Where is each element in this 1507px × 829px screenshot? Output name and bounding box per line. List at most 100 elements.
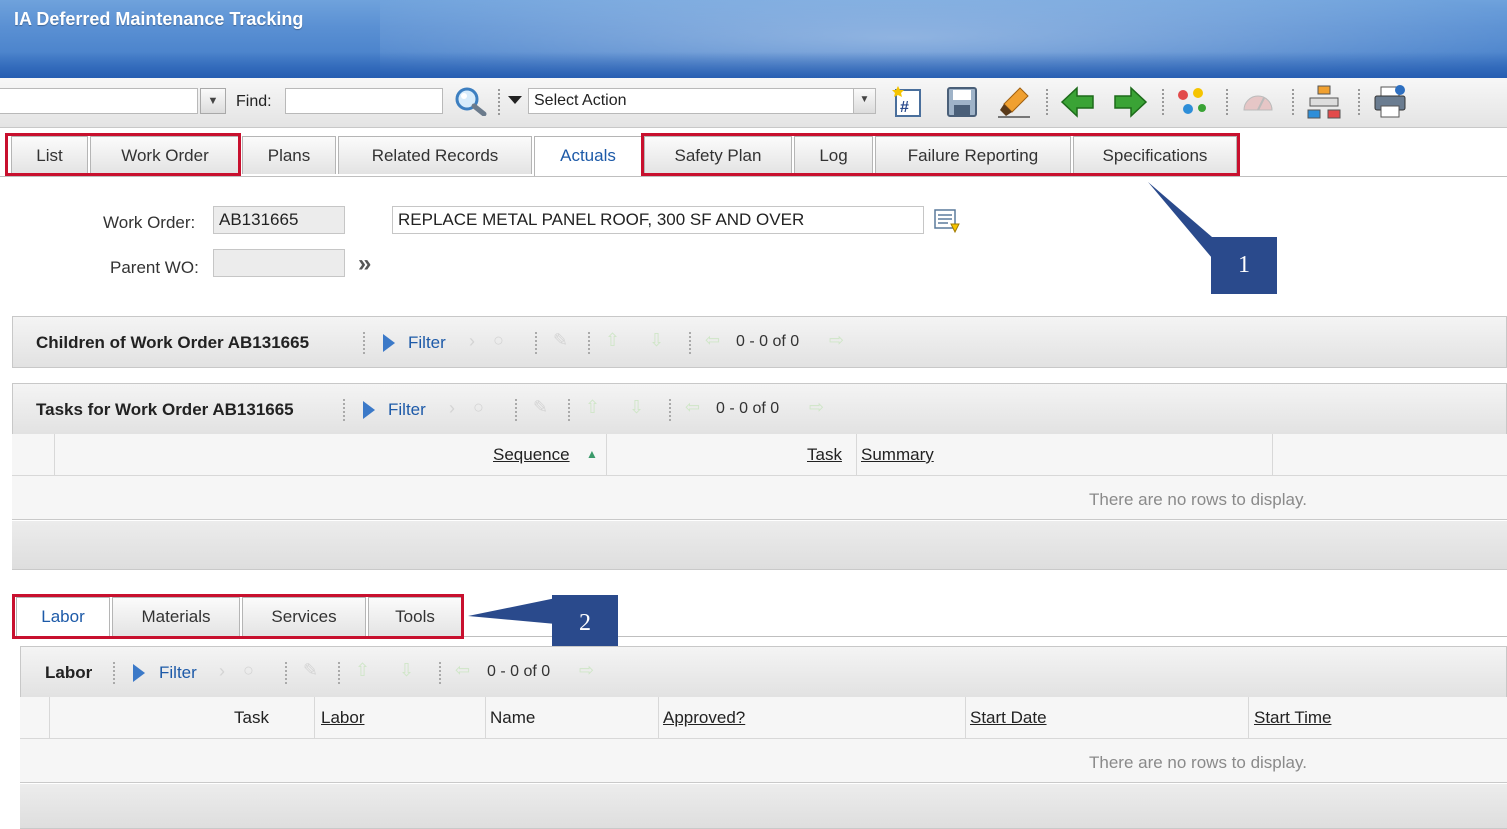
search-icon[interactable] <box>452 86 488 116</box>
toolbar-separator <box>1046 89 1048 115</box>
go-to-parent-icon[interactable]: » <box>358 250 371 278</box>
children-section-header: Children of Work Order AB131665 Filter ›… <box>12 316 1507 368</box>
previous-page-icon: ⇦ <box>705 330 721 350</box>
app-header: IA Deferred Maintenance Tracking <box>0 0 1507 78</box>
tab-related-records[interactable]: Related Records <box>338 136 532 174</box>
find-input[interactable] <box>285 88 443 114</box>
chevron-right-icon: › <box>449 398 455 418</box>
empty-message: There are no rows to display. <box>1089 490 1307 509</box>
separator <box>535 332 537 354</box>
filter-toggle-icon[interactable] <box>363 401 375 419</box>
column-divider <box>314 697 315 739</box>
column-divider <box>485 697 486 739</box>
filter-toggle-icon[interactable] <box>383 334 395 352</box>
labor-table-header: Task Labor Name Approved? Start Date Sta… <box>20 697 1507 739</box>
highlight-box <box>641 133 1240 176</box>
highlight-box <box>12 594 464 639</box>
column-header-start-date[interactable]: Start Date <box>970 708 1047 728</box>
column-divider <box>49 697 50 739</box>
column-divider <box>54 434 55 476</box>
clear-filter-icon: ✎ <box>553 330 569 350</box>
filter-link[interactable]: Filter <box>388 400 426 420</box>
column-header-task[interactable]: Task <box>234 708 269 728</box>
separator <box>343 399 345 421</box>
separator <box>113 662 115 684</box>
column-header-name[interactable]: Name <box>490 708 535 728</box>
chevron-down-icon[interactable]: ▼ <box>200 88 226 114</box>
tab-plans[interactable]: Plans <box>242 136 336 174</box>
column-header-sequence[interactable]: Sequence <box>493 445 570 465</box>
arrow-down-icon: ⇩ <box>399 660 415 680</box>
separator <box>568 399 570 421</box>
labor-table-footer <box>20 784 1507 829</box>
next-record-icon[interactable] <box>1112 84 1148 120</box>
clear-filter-icon: ✎ <box>533 397 549 417</box>
select-action-dropdown[interactable]: Select Action ▼ <box>528 88 876 114</box>
highlight-box <box>5 133 241 176</box>
callout-pointer <box>468 598 556 624</box>
description-field[interactable]: REPLACE METAL PANEL ROOF, 300 SF AND OVE… <box>392 206 924 234</box>
pager-count: 0 - 0 of 0 <box>736 333 800 350</box>
column-header-labor[interactable]: Labor <box>321 708 364 728</box>
find-label: Find: <box>236 93 272 110</box>
next-page-icon: ⇨ <box>809 397 825 417</box>
previous-record-icon[interactable] <box>1060 84 1096 120</box>
toolbar-separator <box>1162 89 1164 115</box>
column-divider <box>1272 434 1273 476</box>
chevron-down-icon[interactable] <box>508 96 522 104</box>
clear-filter-icon: ✎ <box>303 660 319 680</box>
children-section-title: Children of Work Order AB131665 <box>36 333 310 352</box>
long-description-icon[interactable] <box>933 208 961 234</box>
chevron-down-icon[interactable]: ▼ <box>853 89 875 113</box>
pager-count: 0 - 0 of 0 <box>487 663 551 680</box>
previous-page-icon: ⇦ <box>685 397 701 417</box>
new-record-icon[interactable]: # <box>890 84 926 120</box>
arrow-down-icon: ⇩ <box>649 330 665 350</box>
work-order-field[interactable]: AB131665 <box>213 206 345 234</box>
filter-link[interactable]: Filter <box>408 333 446 353</box>
labor-section-header: Labor Filter › ○ ✎ ⇧ ⇩ ⇦ 0 - 0 of 0 ⇨ <box>20 646 1507 698</box>
toolbar-separator <box>1358 89 1360 115</box>
separator <box>363 332 365 354</box>
hierarchy-icon[interactable] <box>1306 84 1342 120</box>
tasks-empty-row: There are no rows to display. <box>12 476 1507 520</box>
next-page-icon: ⇨ <box>829 330 845 350</box>
app-title: IA Deferred Maintenance Tracking <box>14 9 304 29</box>
clear-changes-icon[interactable] <box>996 84 1032 120</box>
arrow-up-icon: ⇧ <box>355 660 371 680</box>
filter-toggle-icon[interactable] <box>133 664 145 682</box>
separator <box>689 332 691 354</box>
tasks-section-title: Tasks for Work Order AB131665 <box>36 400 294 419</box>
column-header-task[interactable]: Task <box>807 445 842 465</box>
toolbar-separator <box>498 89 500 115</box>
separator <box>338 662 340 684</box>
separator <box>515 399 517 421</box>
chevron-right-icon: › <box>219 661 225 681</box>
column-header-approved[interactable]: Approved? <box>663 708 745 728</box>
separator <box>285 662 287 684</box>
callout-1: 1 <box>1211 237 1277 294</box>
workflow-icon[interactable] <box>1174 84 1210 120</box>
tab-actuals[interactable]: Actuals <box>534 136 642 176</box>
select-action-value: Select Action <box>534 92 627 109</box>
parent-wo-label: Parent WO: <box>110 258 199 277</box>
tasks-table-header: Sequence ▲ Task Summary <box>12 434 1507 476</box>
toolbar-separator <box>1292 89 1294 115</box>
separator <box>669 399 671 421</box>
filter-link[interactable]: Filter <box>159 663 197 683</box>
labor-empty-row: There are no rows to display. <box>20 739 1507 783</box>
column-header-start-time[interactable]: Start Time <box>1254 708 1331 728</box>
arrow-up-icon: ⇧ <box>605 330 621 350</box>
sort-ascending-icon[interactable]: ▲ <box>586 447 598 461</box>
svg-text:#: # <box>900 99 909 116</box>
save-icon[interactable] <box>944 84 980 120</box>
search-icon: ○ <box>493 330 504 350</box>
app-selector-input[interactable] <box>0 88 198 114</box>
arrow-down-icon: ⇩ <box>629 397 645 417</box>
column-divider <box>856 434 857 476</box>
print-icon[interactable] <box>1372 84 1408 120</box>
callout-2: 2 <box>552 595 618 651</box>
parent-wo-field[interactable] <box>213 249 345 277</box>
column-header-summary[interactable]: Summary <box>861 445 934 465</box>
column-divider <box>658 697 659 739</box>
